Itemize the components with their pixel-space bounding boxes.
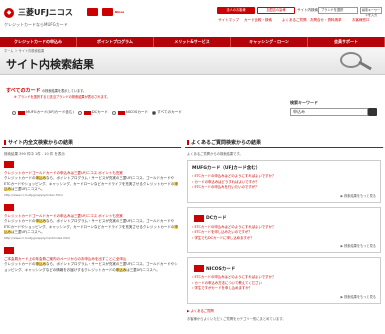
result-title-link[interactable]: クレジットカードゴールドカードの申込みは三菱UFJニコス ポイントも充実	[4, 214, 123, 218]
result-item: ご本会員カード上の年会費ご案内のページからのお申込みを出すことに全申込 クレジッ…	[4, 247, 179, 273]
keyword-input[interactable]: 検索キーワードを入力	[360, 7, 382, 17]
dc-card-icon	[102, 8, 113, 16]
search-scope-title: すべてのカード	[6, 88, 41, 94]
radio-mufg-label: MUFGカード(UFJカード含む)	[26, 110, 74, 114]
nicos-logo-icon	[4, 161, 14, 168]
tagline: クレジットカードならMUFGカード	[4, 22, 68, 27]
faq-section-nicos: NICOSカード ETCカードの申込みはどのようにすればよいですか？ カードの申…	[187, 257, 381, 304]
radio-nicos[interactable]	[111, 110, 116, 115]
nicos-logo-icon	[4, 204, 14, 211]
link-customer-desk[interactable]: お客様窓口	[352, 18, 370, 23]
more-results-link[interactable]: ▶ 検索結果をもっと見る	[192, 243, 376, 248]
search-options: すべてのカード の検索結果を表示しています。 ※ ブランドを選択すると該当ブラン…	[0, 75, 385, 139]
nav-merits[interactable]: メリット&サービス	[154, 37, 231, 47]
merchant-button[interactable]: 加盟店の皆様	[257, 7, 295, 14]
mufg-card-icon	[87, 8, 98, 16]
page-title: サイト内検索結果	[6, 58, 94, 71]
faq-note: お客様からよくいただくご質問をカテゴリー別にまとめています。	[187, 316, 286, 321]
brand-select[interactable]: ブランドを選択	[318, 7, 358, 14]
radio-mufg[interactable]	[12, 110, 16, 115]
faq-section-title: NICOSカード	[206, 266, 236, 272]
faq-header: よくあるご質問検索からの結果	[185, 139, 383, 148]
search-scope-note: の検索結果を表示しています。	[42, 89, 87, 93]
site-search-label: サイト内検索	[297, 8, 318, 12]
keyword-search-button[interactable]	[368, 108, 377, 116]
nav-apply[interactable]: クレジットカードの申込み	[0, 37, 77, 47]
link-card-compare[interactable]: カード比較・検索	[244, 18, 272, 23]
nav-support[interactable]: 会員サポート	[308, 37, 385, 47]
dc-card-icon	[194, 214, 204, 222]
nicos-card-icon	[194, 265, 204, 272]
link-faq[interactable]: よくあるご質問	[282, 18, 307, 23]
faq-link[interactable]: 学生でもDCカードに申し込めますか？	[192, 236, 376, 242]
result-count: 検索結果 390 件中 1件 - 10 件 を表示	[4, 152, 65, 156]
result-item: クレジットカードゴールドカードの申込みは三菱UFJニコス ポイントも充実 クレジ…	[4, 161, 179, 198]
faq-section-mufg: MUFGカード（UFJカード含む） ETCカードの申込みはどのようにすればよいで…	[187, 160, 381, 203]
mufg-badge-icon	[18, 110, 25, 115]
faq-section-title: DCカード	[206, 216, 227, 221]
faq-sub: よくあるご質問からの検索結果です。	[187, 152, 243, 156]
faq-results: よくあるご質問検索からの結果 よくあるご質問からの検索結果です。 MUFGカード…	[185, 139, 383, 334]
brand-radio-group: MUFGカード(UFJカード含む) DCカード NICOSカード すべてのカード	[12, 110, 182, 115]
more-results-link[interactable]: ▶ 検索結果をもっと見る	[192, 193, 376, 198]
radio-nicos-label: NICOSカード	[125, 110, 149, 114]
faq-section-title: MUFGカード（UFJカード含む）	[192, 166, 261, 171]
nav-points[interactable]: ポイントプログラム	[77, 37, 154, 47]
fulltext-header: サイト内全文検索からの結果	[2, 139, 181, 148]
corporate-button[interactable]: 法人のお客様	[217, 7, 255, 14]
faq-link[interactable]: 学生ですがカードを申し込めますか？	[192, 286, 376, 292]
keyword-field[interactable]: 申込み	[290, 108, 368, 116]
result-url[interactable]: http://www.cr.mufg.jp/apply/card/index.h…	[4, 236, 70, 240]
result-title-link[interactable]: ご本会員カード上の年会費ご案内のページからのお申込みを出すことに全申込	[4, 257, 126, 261]
breadcrumb: ホーム ＞ サイト内検索結果	[4, 49, 45, 53]
top-header: ◆ 三菱UFJニコス クレジットカードならMUFGカード Nicos 法人のお客…	[0, 0, 385, 37]
nicos-badge-icon	[117, 110, 125, 115]
faq-section-dc: DCカード ETCカードの申込みはどのようにすればよいですか？ ETCカードを申…	[187, 206, 381, 253]
main-nav: クレジットカードの申込み ポイントプログラム メリット&サービス キャッシング・…	[0, 37, 385, 47]
nicos-logo: Nicos	[115, 10, 125, 14]
link-sitemap[interactable]: サイトマップ	[218, 18, 239, 23]
fulltext-results: サイト内全文検索からの結果 検索結果 390 件中 1件 - 10 件 を表示 …	[2, 139, 181, 334]
dc-badge-icon	[83, 110, 91, 115]
result-title-link[interactable]: クレジットカードゴールドカードの申込みは三菱UFJニコス ポイントも充実	[4, 171, 123, 175]
faq-note-title[interactable]: ▶ よくあるご質問	[187, 308, 381, 313]
faq-link[interactable]: ETCカードの申込みを行いたいのですが？	[192, 185, 376, 191]
nav-cashing[interactable]: キャッシング・ローン	[231, 37, 308, 47]
mufg-logo-icon: ◆	[4, 7, 14, 18]
keyword-label: 検索キーワード	[290, 100, 318, 105]
radio-all[interactable]	[152, 110, 157, 115]
brand-logo[interactable]: ◆ 三菱UFJニコス	[4, 7, 73, 18]
radio-dc-label: DCカード	[91, 110, 108, 114]
brand-name: 三菱UFJニコス	[18, 8, 73, 17]
radio-all-label: すべてのカード	[157, 110, 182, 114]
more-results-link[interactable]: ▶ 検索結果をもっと見る	[192, 294, 376, 299]
result-item: クレジットカードゴールドカードの申込みは三菱UFJニコス ポイントも充実 クレジ…	[4, 204, 179, 241]
result-url[interactable]: http://www.cr.mufg.jp/apply/index.html	[4, 193, 63, 197]
brand-warning: ※ ブランドを選択すると該当ブランドの検索結果が表示されます。	[14, 95, 110, 99]
nicos-logo-icon	[4, 247, 14, 254]
page-hero: ホーム ＞ サイト内検索結果 サイト内検索結果	[0, 47, 385, 75]
radio-dc[interactable]	[77, 110, 82, 115]
link-contact[interactable]: お問合せ・資料請求	[310, 18, 342, 23]
